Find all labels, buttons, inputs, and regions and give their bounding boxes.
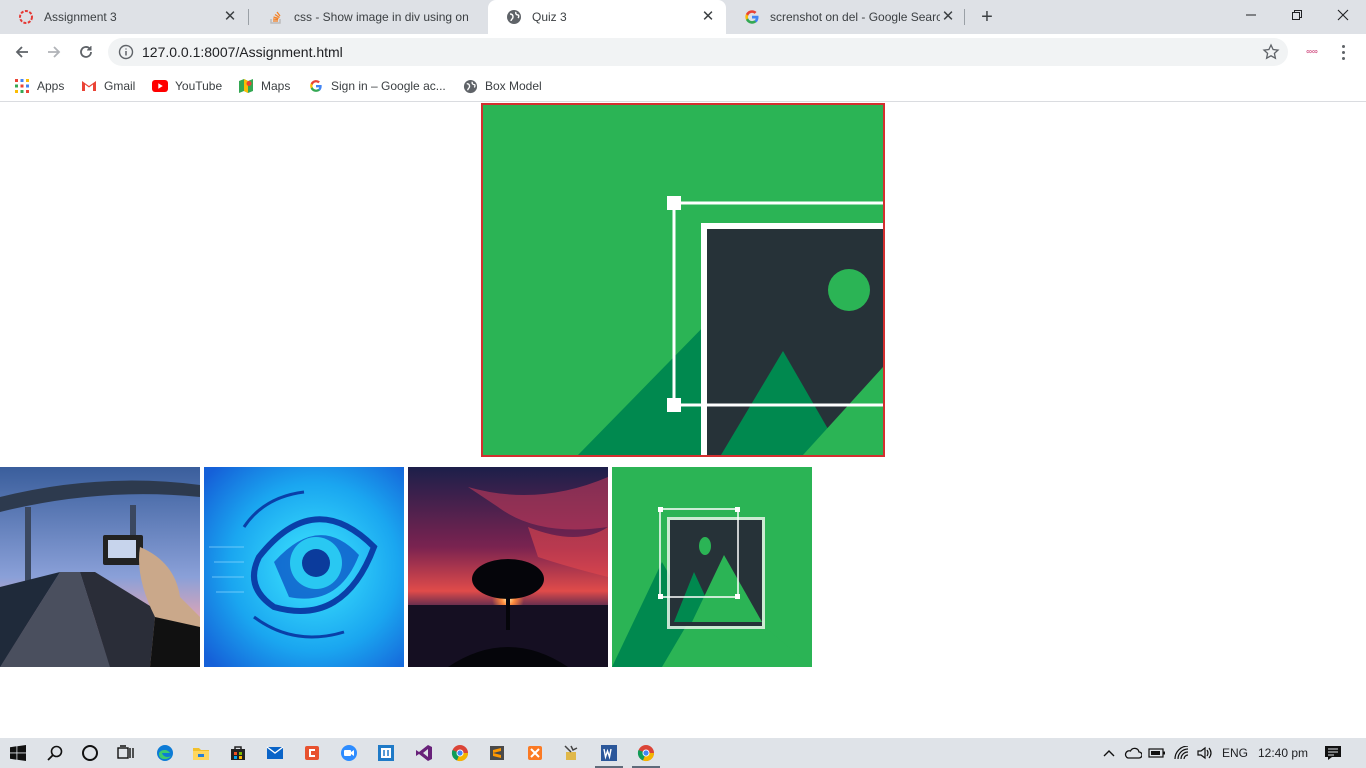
google-icon: [308, 78, 324, 94]
office-icon[interactable]: [301, 742, 323, 764]
tab-title: css - Show image in div using on: [294, 10, 469, 24]
bookmark-label: Gmail: [104, 79, 136, 93]
profile-avatar[interactable]: ∞∞: [1300, 44, 1324, 60]
wifi-icon[interactable]: [1171, 742, 1193, 764]
back-button[interactable]: [8, 38, 36, 66]
bookmark-label: Box Model: [485, 79, 542, 93]
close-icon: [1337, 9, 1349, 21]
apps-grid-icon: [14, 78, 30, 94]
chevron-up-icon[interactable]: [1098, 742, 1120, 764]
restore-button[interactable]: [1274, 0, 1320, 30]
bookmark-gmail[interactable]: Gmail: [81, 76, 135, 96]
volume-icon[interactable]: [1194, 742, 1216, 764]
zoom-icon[interactable]: [338, 742, 360, 764]
tab-assignment-3[interactable]: Assignment 3 ✕: [0, 0, 248, 34]
bookmark-label: YouTube: [175, 79, 223, 93]
tab-strip: Assignment 3 ✕ css - Show image in div u…: [0, 0, 1366, 34]
close-icon[interactable]: ✕: [222, 9, 238, 25]
file-explorer-icon[interactable]: [190, 742, 212, 764]
stackoverflow-icon: [268, 9, 284, 25]
reload-icon: [80, 46, 92, 58]
chrome-icon[interactable]: [449, 742, 471, 764]
chrome-active-icon[interactable]: [635, 742, 657, 764]
bookmark-star-icon[interactable]: [1262, 43, 1280, 61]
bookmark-label: Apps: [37, 79, 65, 93]
tab-separator: [248, 9, 249, 25]
forward-button[interactable]: [40, 38, 68, 66]
tools-icon[interactable]: [561, 742, 583, 764]
minimize-button[interactable]: [1228, 0, 1274, 30]
windows-taskbar: ENG 12:40 pm: [0, 738, 1366, 768]
tab-separator: [964, 9, 965, 25]
tab-css-show-image[interactable]: css - Show image in div using on: [250, 0, 488, 34]
address-bar[interactable]: 127.0.0.1:8007/Assignment.html: [108, 38, 1288, 66]
bookmark-box-model[interactable]: Box Model: [462, 76, 542, 96]
task-view-icon[interactable]: [115, 742, 137, 764]
youtube-icon: [152, 78, 168, 94]
edge-icon[interactable]: [154, 742, 176, 764]
bookmark-maps[interactable]: Maps: [238, 76, 290, 96]
eye-photo: [204, 467, 404, 667]
battery-icon[interactable]: [1146, 742, 1168, 764]
visual-studio-icon[interactable]: [413, 742, 435, 764]
tree-sunset-photo: [408, 467, 608, 667]
close-window-button[interactable]: [1320, 0, 1366, 30]
globe-icon: [506, 9, 522, 25]
restore-icon: [1292, 10, 1302, 20]
close-icon[interactable]: ✕: [940, 9, 956, 25]
new-tab-button[interactable]: +: [976, 6, 998, 28]
globe-icon: [462, 78, 478, 94]
forward-arrow-icon: [48, 46, 61, 58]
tab-title: Quiz 3: [532, 10, 567, 24]
google-icon: [744, 9, 760, 25]
url-text[interactable]: 127.0.0.1:8007/Assignment.html: [142, 44, 343, 60]
tab-title: Assignment 3: [44, 10, 117, 24]
bookmark-youtube[interactable]: YouTube: [152, 76, 222, 96]
image-placeholder-icon: [612, 467, 812, 667]
browser-menu-icon[interactable]: [1334, 40, 1352, 64]
browser-toolbar: 127.0.0.1:8007/Assignment.html: [0, 34, 1366, 70]
main-image-frame: [481, 103, 885, 457]
code-editor-icon[interactable]: [375, 742, 397, 764]
page-content: [0, 103, 1366, 738]
tab-google-search[interactable]: screnshot on del - Google Search ✕: [726, 0, 966, 34]
gmail-icon: [81, 78, 97, 94]
minimize-icon: [1246, 14, 1256, 16]
info-icon[interactable]: [118, 44, 134, 60]
clock[interactable]: 12:40 pm: [1258, 746, 1308, 760]
close-icon[interactable]: ✕: [700, 9, 716, 25]
image-placeholder-zoomed: [483, 105, 883, 455]
maps-icon: [238, 78, 254, 94]
bookmarks-bar: Apps Gmail YouTube Maps Sign in – Google…: [0, 70, 1366, 102]
bridge-photo: [0, 467, 200, 667]
bookmark-label: Sign in – Google ac...: [331, 79, 446, 93]
onedrive-icon[interactable]: [1122, 742, 1144, 764]
xampp-icon[interactable]: [524, 742, 546, 764]
word-icon[interactable]: [598, 742, 620, 764]
start-icon[interactable]: [7, 742, 29, 764]
tab-title: screnshot on del - Google Search: [770, 10, 940, 24]
red-ring-icon: [18, 9, 34, 25]
bookmark-apps[interactable]: Apps: [14, 76, 64, 96]
reload-button[interactable]: [72, 38, 100, 66]
sublime-icon[interactable]: [486, 742, 508, 764]
cortana-icon[interactable]: [79, 742, 101, 764]
store-icon[interactable]: [227, 742, 249, 764]
search-icon[interactable]: [44, 742, 66, 764]
mail-icon[interactable]: [264, 742, 286, 764]
action-center-icon[interactable]: [1322, 742, 1344, 764]
bookmark-google-signin[interactable]: Sign in – Google ac...: [308, 76, 446, 96]
language-indicator[interactable]: ENG: [1222, 746, 1248, 760]
tab-quiz-3[interactable]: Quiz 3 ✕: [488, 0, 726, 34]
bookmark-label: Maps: [261, 79, 291, 93]
back-arrow-icon: [15, 46, 28, 58]
